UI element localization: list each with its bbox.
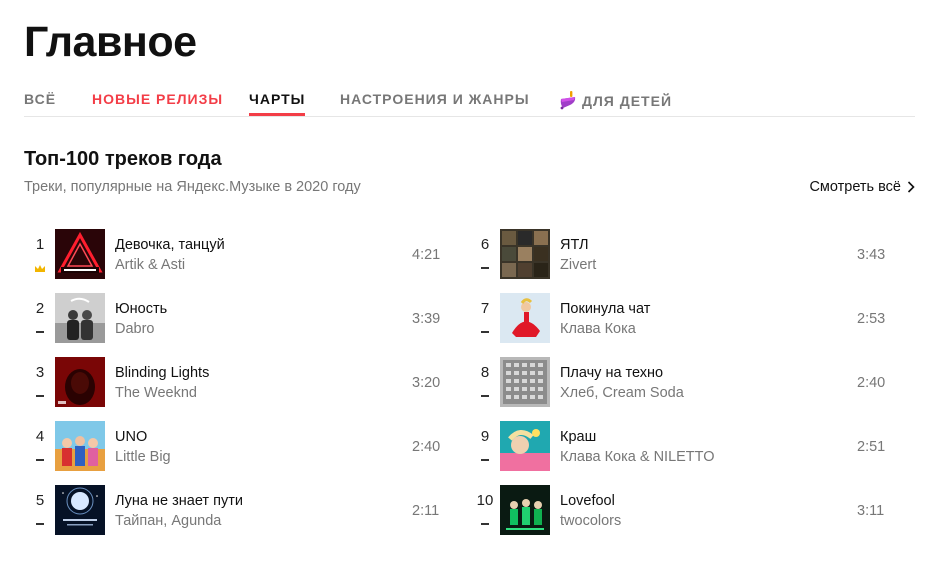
track-artist[interactable]: Artik & Asti (115, 256, 185, 274)
tracks-column-left: 1 Девочка, танцуй Artik & Asti 4:21 2 Юн… (24, 227, 444, 547)
track-row[interactable]: 10 Lovefool twocolors 3:11 (469, 483, 889, 547)
tabs-divider (24, 116, 915, 117)
tab-all[interactable]: ВСЁ (24, 90, 56, 108)
track-artist[interactable]: Клава Кока (560, 320, 636, 338)
track-rank: 10 (476, 492, 494, 509)
track-duration: 4:21 (412, 247, 441, 263)
track-rank: 5 (35, 492, 45, 509)
album-cover[interactable] (55, 293, 105, 343)
track-artist[interactable]: Клава Кока & NILETTO (560, 448, 715, 466)
track-artist[interactable]: twocolors (560, 512, 621, 530)
track-duration: 2:40 (412, 439, 441, 455)
track-row[interactable]: 6 ЯТЛ Zivert 3:43 (469, 227, 889, 291)
page-title: Главное (24, 18, 197, 66)
track-rank: 9 (480, 428, 490, 445)
track-title[interactable]: Lovefool (560, 492, 615, 510)
track-duration: 3:11 (857, 503, 885, 519)
track-row[interactable]: 5 Луна не знает пути Тайпан, Agunda 2:11 (24, 483, 444, 547)
track-row[interactable]: 3 Blinding Lights The Weeknd 3:20 (24, 355, 444, 419)
track-artist[interactable]: Хлеб, Cream Soda (560, 384, 684, 402)
track-row[interactable]: 2 Юность Dabro 3:39 (24, 291, 444, 355)
track-duration: 3:20 (412, 375, 441, 391)
track-rank: 7 (480, 300, 490, 317)
track-title[interactable]: Плачу на техно (560, 364, 663, 382)
track-row[interactable]: 4 UNO Little Big 2:40 (24, 419, 444, 483)
track-duration: 2:11 (412, 503, 440, 519)
track-duration: 2:51 (857, 439, 886, 455)
track-row[interactable]: 7 Покинула чат Клава Кока 2:53 (469, 291, 889, 355)
see-all-label: Смотреть всё (809, 179, 901, 195)
chevron-right-icon (907, 181, 915, 193)
track-duration: 3:39 (412, 311, 441, 327)
track-title[interactable]: Юность (115, 300, 167, 318)
tab-kids-label: ДЛЯ ДЕТЕЙ (582, 93, 673, 109)
track-artist[interactable]: Little Big (115, 448, 171, 466)
tab-new-releases[interactable]: НОВЫЕ РЕЛИЗЫ (92, 90, 223, 108)
track-artist[interactable]: Zivert (560, 256, 596, 274)
dash-icon (34, 328, 46, 336)
track-rank: 8 (480, 364, 490, 381)
track-title[interactable]: UNO (115, 428, 147, 446)
track-duration: 2:53 (857, 311, 886, 327)
album-cover[interactable] (500, 293, 550, 343)
tabs-bar: ВСЁ НОВЫЕ РЕЛИЗЫ ЧАРТЫ НАСТРОЕНИЯ И ЖАНР… (24, 90, 915, 116)
album-cover[interactable] (500, 421, 550, 471)
track-title[interactable]: Девочка, танцуй (115, 236, 225, 254)
album-cover[interactable] (500, 229, 550, 279)
track-rank: 2 (35, 300, 45, 317)
see-all-link[interactable]: Смотреть всё (809, 178, 915, 196)
dash-icon (479, 264, 491, 272)
dash-icon (34, 392, 46, 400)
track-rank: 4 (35, 428, 45, 445)
album-cover[interactable] (55, 357, 105, 407)
track-rank: 6 (480, 236, 490, 253)
spinning-top-icon (560, 91, 576, 110)
track-title[interactable]: Луна не знает пути (115, 492, 243, 510)
section-title[interactable]: Топ-100 треков года (24, 147, 222, 171)
tab-charts[interactable]: ЧАРТЫ (249, 90, 306, 116)
track-title[interactable]: Blinding Lights (115, 364, 209, 382)
dash-icon (34, 520, 46, 528)
crown-icon (34, 264, 46, 272)
track-row[interactable]: 9 Краш Клава Кока & NILETTO 2:51 (469, 419, 889, 483)
dash-icon (479, 392, 491, 400)
dash-icon (479, 328, 491, 336)
dash-icon (34, 456, 46, 464)
track-artist[interactable]: Dabro (115, 320, 155, 338)
track-duration: 2:40 (857, 375, 886, 391)
section-subtitle: Треки, популярные на Яндекс.Музыке в 202… (24, 179, 361, 195)
album-cover[interactable] (55, 229, 105, 279)
album-cover[interactable] (500, 357, 550, 407)
track-artist[interactable]: The Weeknd (115, 384, 197, 402)
track-row[interactable]: 1 Девочка, танцуй Artik & Asti 4:21 (24, 227, 444, 291)
track-title[interactable]: ЯТЛ (560, 236, 589, 254)
tab-kids[interactable]: ДЛЯ ДЕТЕЙ (558, 90, 672, 110)
track-rank: 3 (35, 364, 45, 381)
track-row[interactable]: 8 Плачу на техно Хлеб, Cream Soda 2:40 (469, 355, 889, 419)
tracks-column-right: 6 ЯТЛ Zivert 3:43 7 Покинула чат Клава К… (469, 227, 889, 547)
album-cover[interactable] (500, 485, 550, 535)
track-rank: 1 (35, 236, 45, 253)
album-cover[interactable] (55, 485, 105, 535)
dash-icon (479, 456, 491, 464)
dash-icon (479, 520, 491, 528)
album-cover[interactable] (55, 421, 105, 471)
track-duration: 3:43 (857, 247, 886, 263)
tab-moods-genres[interactable]: НАСТРОЕНИЯ И ЖАНРЫ (340, 90, 530, 108)
track-title[interactable]: Краш (560, 428, 596, 446)
track-title[interactable]: Покинула чат (560, 300, 650, 318)
track-artist[interactable]: Тайпан, Agunda (115, 512, 221, 530)
